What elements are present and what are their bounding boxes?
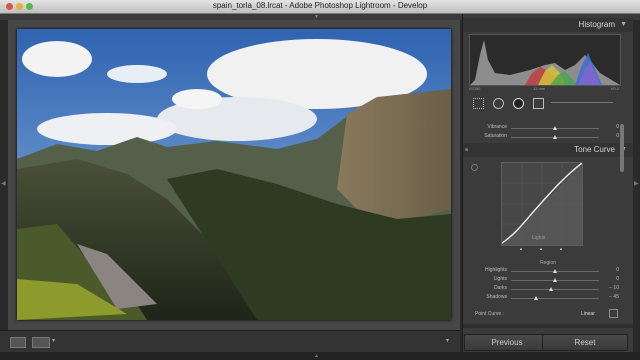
slider-thumb[interactable]: [553, 269, 557, 273]
collapse-triangle-icon: ▼: [620, 21, 627, 28]
point-curve-label: Point Curve :: [475, 311, 504, 317]
panel-toggle-icon[interactable]: ■: [465, 147, 468, 153]
filmstrip-toggle[interactable]: ▲: [0, 352, 640, 360]
reset-button[interactable]: Reset: [542, 334, 628, 351]
histogram-focal: 12 mm: [533, 86, 546, 91]
slider-track[interactable]: [511, 135, 599, 139]
target-adjust-icon[interactable]: [471, 164, 478, 171]
slider-label: Darks: [493, 285, 507, 291]
spot-removal-icon[interactable]: [493, 98, 504, 109]
right-panel-toggle[interactable]: ▶: [633, 20, 640, 330]
slider-label: Vibrance: [487, 124, 507, 130]
right-panel-scrollbar[interactable]: [620, 124, 624, 172]
tone-curve-graph[interactable]: Lights: [501, 162, 583, 246]
red-eye-icon[interactable]: [513, 98, 524, 109]
slider-thumb[interactable]: [553, 126, 557, 130]
histogram-aperture: f/9.0: [611, 86, 619, 91]
slider-thumb[interactable]: [553, 278, 557, 282]
slider-value[interactable]: 0: [616, 267, 619, 273]
slider-row: Saturation 0: [469, 133, 621, 142]
slider-value[interactable]: 0: [616, 133, 619, 139]
chevron-right-icon: ▶: [634, 181, 639, 187]
histogram-display: [469, 34, 621, 86]
slider-label: Shadows: [486, 294, 507, 300]
curve-region-label: Lights: [532, 235, 546, 241]
slider-value[interactable]: 0: [616, 124, 619, 130]
histogram-header[interactable]: Histogram ▼: [463, 18, 633, 32]
toolbar-menu-icon[interactable]: ▾: [446, 337, 449, 344]
slider-row: Highlights 0: [469, 267, 621, 276]
photo-preview[interactable]: [17, 29, 451, 320]
window-titlebar: spain_torla_08.lrcat - Adobe Photoshop L…: [0, 0, 640, 14]
left-panel-toggle[interactable]: ◀: [0, 20, 7, 330]
slider-track[interactable]: [511, 269, 599, 273]
tone-curve-plot: [501, 162, 583, 245]
loupe-view-icon[interactable]: [10, 337, 26, 348]
slider-label: Highlights: [485, 267, 507, 273]
histogram-title: Histogram: [578, 20, 615, 29]
slider-track[interactable]: [511, 287, 599, 291]
chevron-left-icon: ◀: [1, 181, 6, 187]
chevron-down-icon[interactable]: ▾: [52, 337, 55, 344]
before-after-view-icon[interactable]: [32, 337, 50, 348]
slider-row: Vibrance 0: [469, 124, 621, 133]
curve-edit-icon[interactable]: [609, 309, 618, 318]
mountain-landscape-image: [17, 29, 451, 320]
slider-track[interactable]: [511, 296, 599, 300]
slider-row: Lights 0: [469, 276, 621, 285]
tool-strip: [469, 96, 619, 110]
histogram-info: ISO50 12 mm f/9.0: [469, 84, 619, 94]
slider-row: Darks − 10: [469, 285, 621, 294]
window-title: spain_torla_08.lrcat - Adobe Photoshop L…: [212, 1, 428, 10]
slider-track[interactable]: [511, 126, 599, 130]
previous-button[interactable]: Previous: [464, 334, 550, 351]
split-point-right[interactable]: ▲: [559, 246, 563, 251]
bottom-toolbar: ▾ ▾: [0, 330, 460, 353]
crop-tool-icon[interactable]: [473, 98, 484, 109]
region-header: Region: [540, 260, 556, 266]
histogram-iso: ISO50: [469, 86, 481, 91]
curve-split-controls: ▲ ▲ ▲: [501, 246, 581, 251]
histogram-graph: [470, 40, 620, 85]
slider-thumb[interactable]: [533, 296, 538, 300]
split-point-left[interactable]: ▲: [519, 246, 523, 251]
graduated-filter-icon[interactable]: [533, 98, 544, 109]
right-panel: Histogram ▼ ISO50 12 mm f/9.0 Vibrance 0 S…: [462, 14, 633, 352]
tone-curve-title: Tone Curve: [574, 145, 615, 154]
slider-value[interactable]: − 10: [609, 285, 619, 291]
next-panel-header[interactable]: [463, 324, 633, 328]
slider-thumb[interactable]: [553, 135, 557, 139]
slider-row: Shadows − 45: [469, 294, 621, 303]
slider-value[interactable]: 0: [616, 276, 619, 282]
slider-label: Lights: [493, 276, 507, 282]
brush-slider-icon[interactable]: [551, 102, 613, 103]
slider-label: Saturation: [484, 133, 507, 139]
point-curve-select[interactable]: Linear: [581, 311, 595, 317]
tone-curve-header[interactable]: Tone Curve ▼ ■: [463, 143, 633, 157]
split-point-mid[interactable]: ▲: [539, 246, 543, 251]
slider-thumb[interactable]: [548, 287, 553, 291]
slider-value[interactable]: − 45: [609, 294, 619, 300]
chevron-up-icon: ▲: [314, 353, 319, 359]
slider-track[interactable]: [511, 278, 599, 282]
